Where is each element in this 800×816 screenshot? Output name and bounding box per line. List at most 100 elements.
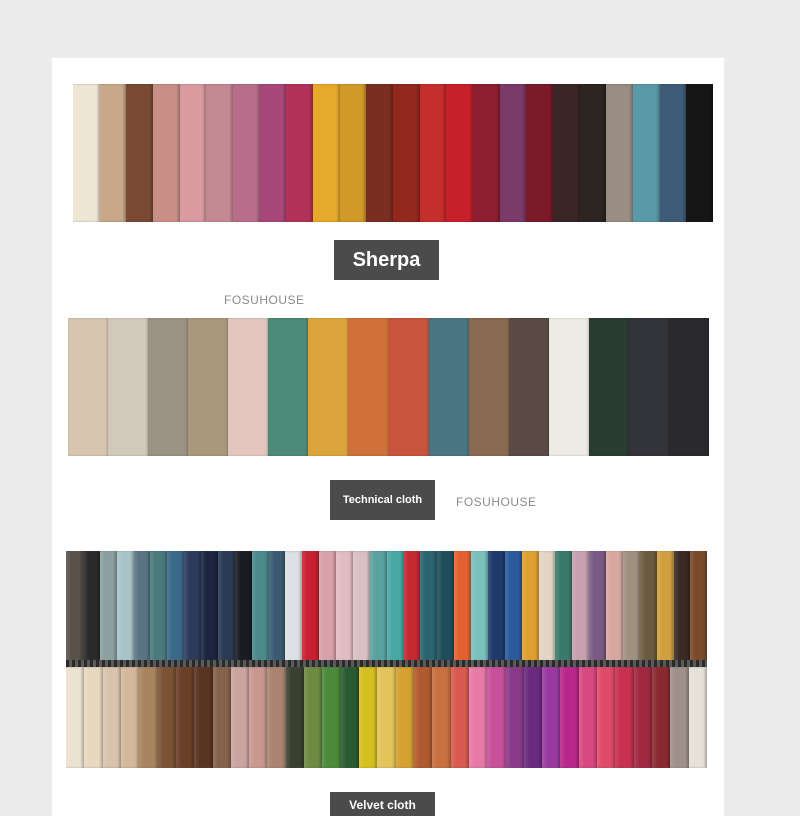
fabric-swatch <box>188 318 229 456</box>
fabric-swatch <box>167 551 185 661</box>
fabric-swatch <box>673 551 691 661</box>
fabric-swatch <box>670 667 689 768</box>
fabric-swatch <box>84 667 103 768</box>
fabric-swatch <box>259 84 287 222</box>
fabric-swatch <box>589 551 606 661</box>
fabric-swatch <box>366 84 394 222</box>
fabric-swatch <box>66 667 85 768</box>
fabric-swatch <box>175 667 195 768</box>
technical-cloth-swatches <box>68 318 709 456</box>
fabric-swatch <box>217 551 235 661</box>
sherpa-fabric-swatches <box>73 84 713 222</box>
fabric-swatch <box>150 551 168 661</box>
fabric-swatch <box>230 667 250 768</box>
fabric-swatch <box>319 551 336 661</box>
fabric-swatch <box>633 84 660 222</box>
fabric-swatch <box>622 551 640 661</box>
fabric-swatch <box>99 84 127 222</box>
fabric-swatch <box>388 318 429 456</box>
fabric-swatch <box>206 84 234 222</box>
fabric-swatch <box>420 551 438 661</box>
fabric-swatch <box>139 667 158 768</box>
fabric-swatch <box>468 667 488 768</box>
fabric-swatch <box>548 318 589 456</box>
fabric-swatch <box>473 84 500 222</box>
velvet-cloth-swatches-top <box>66 551 707 661</box>
fabric-swatch <box>579 84 607 222</box>
fabric-swatch <box>628 318 669 456</box>
fabric-swatch <box>471 551 488 661</box>
fabric-swatch <box>82 551 100 661</box>
fabric-swatch <box>555 551 573 661</box>
fabric-swatch <box>359 667 378 768</box>
fabric-swatch <box>66 551 83 661</box>
fabric-swatch <box>336 551 353 661</box>
fabric-swatch <box>251 551 269 661</box>
fabric-swatch <box>308 318 349 456</box>
fabric-swatch <box>201 551 218 661</box>
fabric-swatch <box>450 667 469 768</box>
fabric-swatch <box>120 667 140 768</box>
fabric-swatch <box>403 551 421 661</box>
fabric-swatch <box>504 551 522 661</box>
fabric-swatch <box>572 551 590 661</box>
fabric-swatch <box>286 84 314 222</box>
fabric-swatch <box>99 551 117 661</box>
fabric-swatch <box>656 551 674 661</box>
fabric-swatch <box>606 84 634 222</box>
fabric-swatch <box>690 551 707 661</box>
fabric-swatch <box>413 667 433 768</box>
fabric-swatch <box>233 84 260 222</box>
fabric-swatch <box>268 318 309 456</box>
fabric-swatch <box>348 318 389 456</box>
fabric-swatch <box>148 318 189 456</box>
fabric-swatch <box>386 551 404 661</box>
fabric-swatch <box>395 667 414 768</box>
fabric-swatch <box>228 318 269 456</box>
fabric-swatch <box>468 318 509 456</box>
fabric-swatch <box>133 551 151 661</box>
fabric-swatch <box>419 84 447 222</box>
fabric-swatch <box>487 551 505 661</box>
fabric-swatch <box>597 667 616 768</box>
fabric-swatch <box>339 84 367 222</box>
fabric-swatch <box>686 84 713 222</box>
fabric-swatch <box>499 84 527 222</box>
fabric-swatch <box>542 667 561 768</box>
fabric-swatch <box>157 667 176 768</box>
fabric-swatch <box>102 667 121 768</box>
fabric-swatch <box>437 551 455 661</box>
fabric-swatch <box>526 84 554 222</box>
fabric-swatch <box>523 667 543 768</box>
fabric-swatch <box>267 667 286 768</box>
watermark-text: FOSUHOUSE <box>456 495 537 509</box>
fabric-swatch <box>538 551 556 661</box>
fabric-swatch <box>302 551 320 661</box>
fabric-swatch <box>340 667 359 768</box>
fabric-swatch <box>553 84 580 222</box>
fabric-swatch <box>505 667 524 768</box>
fabric-swatch <box>73 84 100 222</box>
fabric-swatch <box>446 84 474 222</box>
fabric-swatch <box>285 551 303 661</box>
fabric-swatch <box>454 551 471 661</box>
fabric-swatch <box>313 84 340 222</box>
fabric-swatch <box>352 551 370 661</box>
technical-cloth-label: Technical cloth <box>330 480 435 520</box>
fabric-swatch <box>322 667 341 768</box>
fabric-swatch <box>393 84 420 222</box>
fabric-swatch <box>179 84 207 222</box>
fabric-swatch <box>153 84 180 222</box>
fabric-swatch <box>268 551 286 661</box>
fabric-swatch <box>521 551 539 661</box>
fabric-swatch <box>234 551 252 661</box>
fabric-swatch <box>116 551 134 661</box>
fabric-swatch <box>432 667 451 768</box>
fabric-swatch <box>688 667 707 768</box>
velvet-cloth-label: Velvet cloth <box>330 792 435 816</box>
velvet-cloth-swatches-bottom <box>66 667 707 768</box>
watermark-text: FOSUHOUSE <box>224 293 305 307</box>
fabric-swatch <box>633 667 652 768</box>
fabric-swatch <box>639 551 657 661</box>
fabric-swatch <box>304 667 323 768</box>
